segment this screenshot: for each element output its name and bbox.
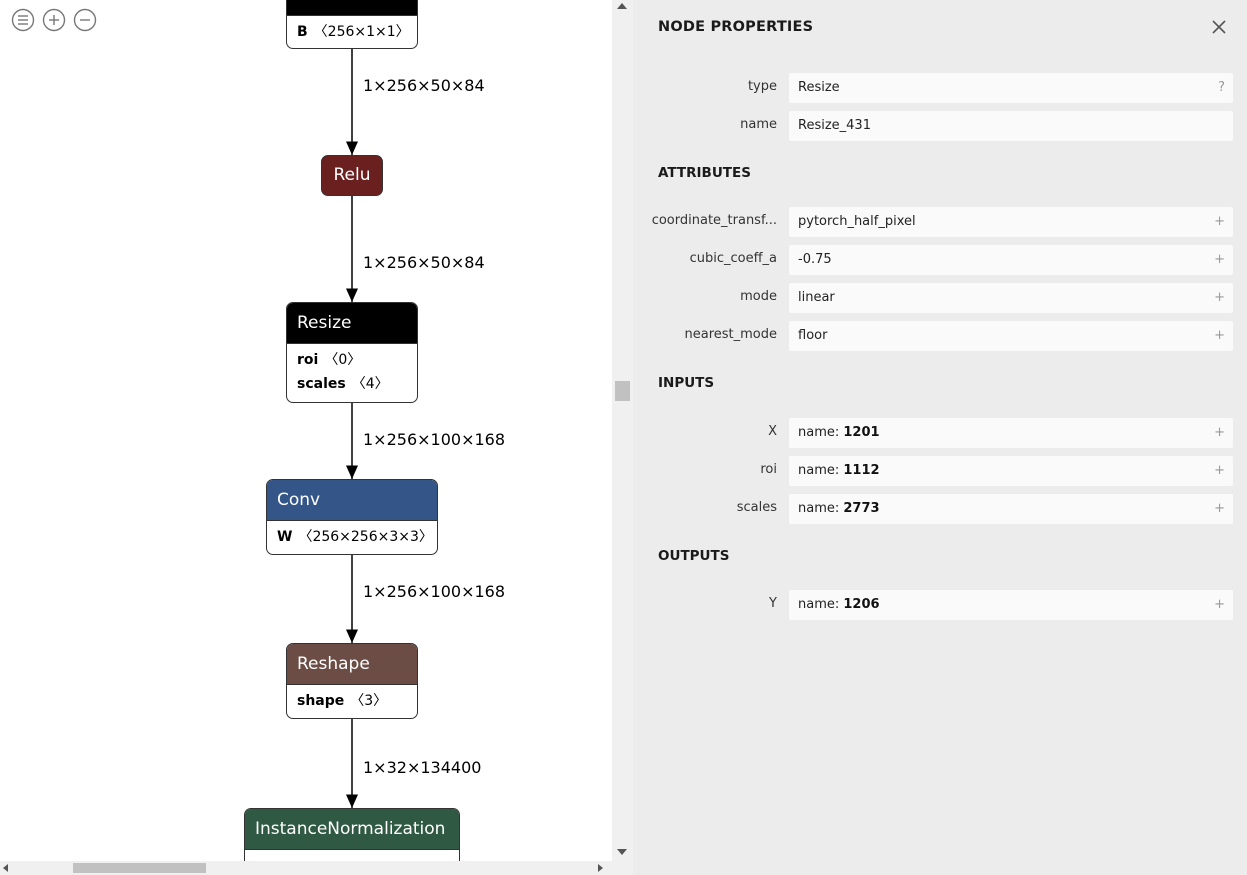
input-value-roi[interactable]: name: 1112 + <box>789 456 1233 486</box>
attr-label: cubic_coeff_a <box>689 251 777 266</box>
prop-value-type[interactable]: Resize ? <box>789 73 1233 103</box>
edge-label: 1×256×50×84 <box>363 76 485 95</box>
prop-label-name: name <box>740 117 777 132</box>
input-label: X <box>768 424 777 439</box>
section-inputs: INPUTS <box>658 375 715 391</box>
scroll-left-arrow-icon[interactable] <box>3 864 8 872</box>
input-value-x[interactable]: name: 1201 + <box>789 418 1233 448</box>
expand-plus-icon[interactable]: + <box>1214 207 1225 237</box>
attr-value-coordinate-transform[interactable]: pytorch_half_pixel + <box>789 207 1233 237</box>
scrollbar-corner <box>612 861 633 875</box>
attr-value-mode[interactable]: linear + <box>789 283 1233 313</box>
graph-edges <box>346 48 358 808</box>
attr-name: roi <box>297 352 319 368</box>
attr-value-nearest-mode[interactable]: floor + <box>789 321 1233 351</box>
attr-value-text: floor <box>798 328 828 343</box>
input-prefix: name: <box>798 463 844 478</box>
attr-name: scales <box>297 376 346 392</box>
attr-value-text: -0.75 <box>798 252 832 267</box>
node-add[interactable]: Add B 〈256×1×1〉 <box>286 0 418 49</box>
edge-label: 1×256×100×168 <box>363 582 506 601</box>
expand-plus-icon[interactable]: + <box>1214 245 1225 275</box>
expand-plus-icon[interactable]: + <box>1214 590 1225 620</box>
output-prefix: name: <box>798 597 844 612</box>
section-outputs: OUTPUTS <box>658 548 730 564</box>
section-attributes: ATTRIBUTES <box>658 165 751 181</box>
node-resize[interactable]: Resize roi 〈0〉 scales 〈4〉 <box>286 302 418 403</box>
output-label: Y <box>769 596 777 611</box>
node-reshape-title: Reshape <box>287 644 417 684</box>
help-icon[interactable]: ? <box>1218 73 1225 103</box>
node-add-attr: B 〈256×1×1〉 <box>297 20 410 44</box>
attr-label: coordinate_transf... <box>651 213 777 228</box>
node-instnorm-title: InstanceNormalization <box>245 809 459 849</box>
close-icon[interactable] <box>1210 18 1228 36</box>
prop-label-type: type <box>747 79 777 94</box>
input-prefix: name: <box>798 425 844 440</box>
input-label: roi <box>760 462 777 477</box>
node-instancenormalization[interactable]: InstanceNormalization <box>244 808 460 861</box>
expand-plus-icon[interactable]: + <box>1214 418 1225 448</box>
output-name: 1206 <box>843 597 880 612</box>
node-resize-title: Resize <box>287 303 417 343</box>
node-resize-attr-roi: roi 〈0〉 <box>297 348 407 372</box>
expand-plus-icon[interactable]: + <box>1214 321 1225 351</box>
scroll-up-arrow-icon[interactable] <box>617 3 627 9</box>
vertical-scroll-thumb[interactable] <box>615 381 630 401</box>
attr-name: B <box>297 24 308 40</box>
edge-label: 1×32×134400 <box>363 758 482 777</box>
attr-label: mode <box>740 289 777 304</box>
attr-value-text: linear <box>798 290 835 305</box>
input-value-scales[interactable]: name: 2773 + <box>789 494 1233 524</box>
node-conv-title: Conv <box>267 480 437 520</box>
node-conv-attrs: W 〈256×256×3×3〉 <box>267 520 437 551</box>
prop-value-text: Resize_431 <box>798 118 871 133</box>
attr-label: nearest_mode <box>684 327 778 342</box>
expand-plus-icon[interactable]: + <box>1214 494 1225 524</box>
prop-value-text: Resize <box>798 80 840 95</box>
scroll-right-arrow-icon[interactable] <box>598 864 603 872</box>
expand-plus-icon[interactable]: + <box>1214 283 1225 313</box>
node-resize-attrs: roi 〈0〉 scales 〈4〉 <box>287 343 417 398</box>
attr-name: W <box>277 529 293 545</box>
node-add-attrs: B 〈256×1×1〉 <box>287 15 417 46</box>
horizontal-scroll-thumb[interactable] <box>73 863 206 873</box>
node-reshape-attrs: shape 〈3〉 <box>287 684 417 715</box>
input-name: 1112 <box>843 463 880 478</box>
attr-value: 〈0〉 <box>324 352 362 368</box>
output-value-y[interactable]: name: 1206 + <box>789 590 1233 620</box>
horizontal-scrollbar[interactable] <box>0 861 612 875</box>
zoom-in-icon[interactable] <box>42 8 66 32</box>
vertical-scrollbar[interactable] <box>612 0 633 861</box>
input-label: scales <box>736 500 777 515</box>
attr-value: 〈256×256×3×3〉 <box>298 529 433 545</box>
input-name: 1201 <box>843 425 880 440</box>
input-prefix: name: <box>798 501 844 516</box>
attr-name: shape <box>297 693 345 709</box>
node-instnorm-attrs <box>245 849 459 856</box>
attr-value: 〈3〉 <box>350 693 388 709</box>
prop-value-name[interactable]: Resize_431 <box>789 111 1233 141</box>
node-reshape-attr: shape 〈3〉 <box>297 689 407 713</box>
node-resize-attr-scales: scales 〈4〉 <box>297 372 407 396</box>
edge-label: 1×256×100×168 <box>363 430 506 449</box>
attr-value-text: pytorch_half_pixel <box>798 214 916 229</box>
attr-value: 〈256×1×1〉 <box>313 24 410 40</box>
graph-canvas[interactable]: Add B 〈256×1×1〉 1×256×50×84 Relu 1×256×50… <box>0 0 612 861</box>
scroll-down-arrow-icon[interactable] <box>617 849 627 855</box>
attr-value: 〈4〉 <box>351 376 389 392</box>
zoom-out-icon[interactable] <box>73 8 97 32</box>
node-add-title: Add <box>287 0 417 15</box>
node-conv-attr: W 〈256×256×3×3〉 <box>277 525 433 549</box>
node-conv[interactable]: Conv W 〈256×256×3×3〉 <box>266 479 438 555</box>
menu-icon[interactable] <box>11 8 35 32</box>
expand-plus-icon[interactable]: + <box>1214 456 1225 486</box>
panel-title: NODE PROPERTIES <box>658 19 814 35</box>
edge-label: 1×256×50×84 <box>363 253 485 272</box>
properties-panel: NODE PROPERTIES type Resize ? name Resiz… <box>633 0 1247 875</box>
attr-value-cubic-coeff-a[interactable]: -0.75 + <box>789 245 1233 275</box>
node-relu[interactable]: Relu <box>321 155 383 196</box>
input-name: 2773 <box>843 501 880 516</box>
node-reshape[interactable]: Reshape shape 〈3〉 <box>286 643 418 719</box>
